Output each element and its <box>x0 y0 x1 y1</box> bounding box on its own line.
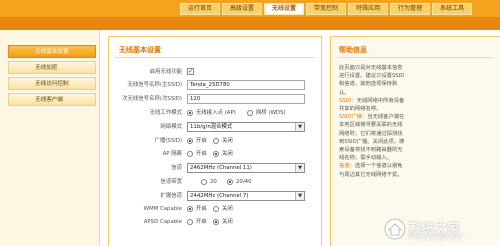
wireless-mode-label: 无线工作模式 <box>149 110 182 116</box>
tab-behavior[interactable]: 行为管理 <box>390 3 431 15</box>
panel-title: 无线基本设置 <box>119 46 161 54</box>
ssid-secondary-input[interactable]: 120 <box>187 94 305 104</box>
bandwidth-20-radio[interactable] <box>201 179 207 185</box>
help-divider <box>337 57 494 58</box>
wmm-on-text: 开启 <box>196 206 207 212</box>
tab-bandwidth[interactable]: 带宽控制 <box>306 3 347 15</box>
tab-system-tools[interactable]: 系统工具 <box>432 3 473 15</box>
help-title: 帮助信息 <box>339 46 367 54</box>
broadcast-off-radio[interactable] <box>213 138 219 144</box>
help-ssid-broadcast-term: SSID广播： <box>339 114 368 121</box>
apsd-on-radio[interactable] <box>187 219 193 225</box>
sidebar-item-wireless-clients[interactable]: 无线客户端 <box>8 93 96 106</box>
wmm-off-text: 关闭 <box>222 206 233 212</box>
apsd-row: APSD Capable 开启 关闭 <box>109 216 323 228</box>
wmm-off-radio[interactable] <box>213 206 219 212</box>
network-mode-value: 11b/g/n混合模式 <box>190 124 233 130</box>
ap-isolation-on-radio[interactable] <box>187 151 193 157</box>
network-mode-label: 网络模式 <box>160 124 182 130</box>
ext-channel-label: 扩展信道 <box>160 193 182 199</box>
tab-wireless[interactable]: 无线设置 <box>264 3 305 15</box>
bandwidth-row: 信道带宽 20 20/40 <box>109 176 323 188</box>
ext-channel-value: 2442MHz (Channel 7) <box>190 193 249 199</box>
sidebar: 无线基本设置 无线加密 无线访问控制 无线客户端 <box>8 45 96 109</box>
panel-divider <box>115 57 315 58</box>
ssid-secondary-row: 次无线信号名称(次SSID) 120 <box>109 93 323 105</box>
sidebar-item-wireless-access-control[interactable]: 无线访问控制 <box>8 77 96 90</box>
chevron-down-icon: ▼ <box>295 164 304 172</box>
channel-select[interactable]: 2462MHz (Channel 11) ▼ <box>187 163 305 173</box>
header-strip <box>0 17 500 30</box>
bandwidth-20-text: 20 <box>210 179 217 185</box>
apsd-on-text: 开启 <box>196 219 207 225</box>
watermark-url: XITONGZHIJIA.NET <box>408 234 464 241</box>
ssid-primary-row: 无线信号名称(主SSID) Tenda_25D780 <box>109 79 323 91</box>
main-nav: 运行首页 高级设置 无线设置 带宽控制 特殊应用 行为管理 系统工具 <box>180 3 473 15</box>
help-ssid-broadcast-desc: 当无线客户端在本地区域搜寻要关联的无线网络时，它们将通过探测找到SSID广播。关… <box>339 114 405 162</box>
mode-wds-radio[interactable] <box>247 110 253 116</box>
network-mode-select[interactable]: 11b/g/n混合模式 ▼ <box>187 122 305 132</box>
wmm-row: WMM Capable 开启 关闭 <box>109 203 323 215</box>
broadcast-on-radio[interactable] <box>187 138 193 144</box>
channel-value: 2462MHz (Channel 11) <box>190 165 252 171</box>
ap-isolation-off-text: 关闭 <box>222 151 233 157</box>
ssid-primary-input[interactable]: Tenda_25D780 <box>187 80 305 90</box>
tab-advanced[interactable]: 高级设置 <box>222 3 263 15</box>
enable-wireless-row: 启用无线功能 ✓ <box>109 66 323 78</box>
apsd-off-radio[interactable] <box>213 219 219 225</box>
bandwidth-20-40-text: 20/40 <box>236 179 252 185</box>
watermark: 系统之家 XITONGZHIJIA.NET <box>384 214 498 244</box>
ap-isolation-row: AP 隔离 开启 关闭 <box>109 148 323 160</box>
ap-isolation-on-text: 开启 <box>196 151 207 157</box>
ssid-broadcast-label: 广播(SSID) <box>154 138 182 144</box>
wmm-label: WMM Capable <box>143 206 182 212</box>
mode-wds-text: 网桥 (WDS) <box>256 110 286 116</box>
ext-channel-row: 扩展信道 2442MHz (Channel 7) ▼ <box>109 190 323 202</box>
ssid-broadcast-row: 广播(SSID) 开启 关闭 <box>109 135 323 147</box>
broadcast-on-text: 开启 <box>196 138 207 144</box>
help-channel-term: 信道： <box>339 163 355 170</box>
help-ssid-term: SSID： <box>339 97 357 104</box>
channel-row: 信道 2462MHz (Channel 11) ▼ <box>109 162 323 174</box>
apsd-off-text: 关闭 <box>222 219 233 225</box>
settings-panel: 无线基本设置 启用无线功能 ✓ 无线信号名称(主SSID) Tenda_25D7… <box>108 36 322 246</box>
house-logo-icon <box>384 218 406 240</box>
sidebar-item-wireless-encryption[interactable]: 无线加密 <box>8 61 96 74</box>
apsd-label: APSD Capable <box>143 219 182 225</box>
network-mode-row: 网络模式 11b/g/n混合模式 ▼ <box>109 121 323 133</box>
ap-isolation-label: AP 隔离 <box>162 151 182 157</box>
tab-home[interactable]: 运行首页 <box>180 3 221 15</box>
broadcast-off-text: 关闭 <box>222 138 233 144</box>
tab-special-apps[interactable]: 特殊应用 <box>348 3 389 15</box>
help-text: 此页面只是对无线基本信息进行设置。建议只设置SSID和信道，其他选项保持默认。 … <box>339 64 407 179</box>
wireless-mode-row: 无线工作模式 无线接入点 (AP) 网桥 (WDS) <box>109 107 323 119</box>
sidebar-item-wireless-basic[interactable]: 无线基本设置 <box>8 45 96 58</box>
bandwidth-20-40-radio[interactable] <box>227 179 233 185</box>
help-intro: 此页面只是对无线基本信息进行设置。建议只设置SSID和信道，其他选项保持默认。 <box>339 65 405 96</box>
enable-wireless-label: 启用无线功能 <box>149 69 182 75</box>
enable-wireless-checkbox[interactable]: ✓ <box>187 68 194 75</box>
mode-ap-radio[interactable] <box>187 110 193 116</box>
channel-label: 信道 <box>171 165 182 171</box>
ssid-secondary-label: 次无线信号名称(次SSID) <box>122 96 182 102</box>
ext-channel-select[interactable]: 2442MHz (Channel 7) ▼ <box>187 191 305 201</box>
ap-isolation-off-radio[interactable] <box>213 151 219 157</box>
ssid-primary-label: 无线信号名称(主SSID) <box>127 82 182 88</box>
chevron-down-icon: ▼ <box>295 123 304 131</box>
top-header: 运行首页 高级设置 无线设置 带宽控制 特殊应用 行为管理 系统工具 <box>0 0 500 30</box>
bandwidth-label: 信道带宽 <box>160 179 182 185</box>
mode-ap-text: 无线接入点 (AP) <box>196 110 236 116</box>
chevron-down-icon: ▼ <box>295 192 304 200</box>
wmm-on-radio[interactable] <box>187 206 193 212</box>
